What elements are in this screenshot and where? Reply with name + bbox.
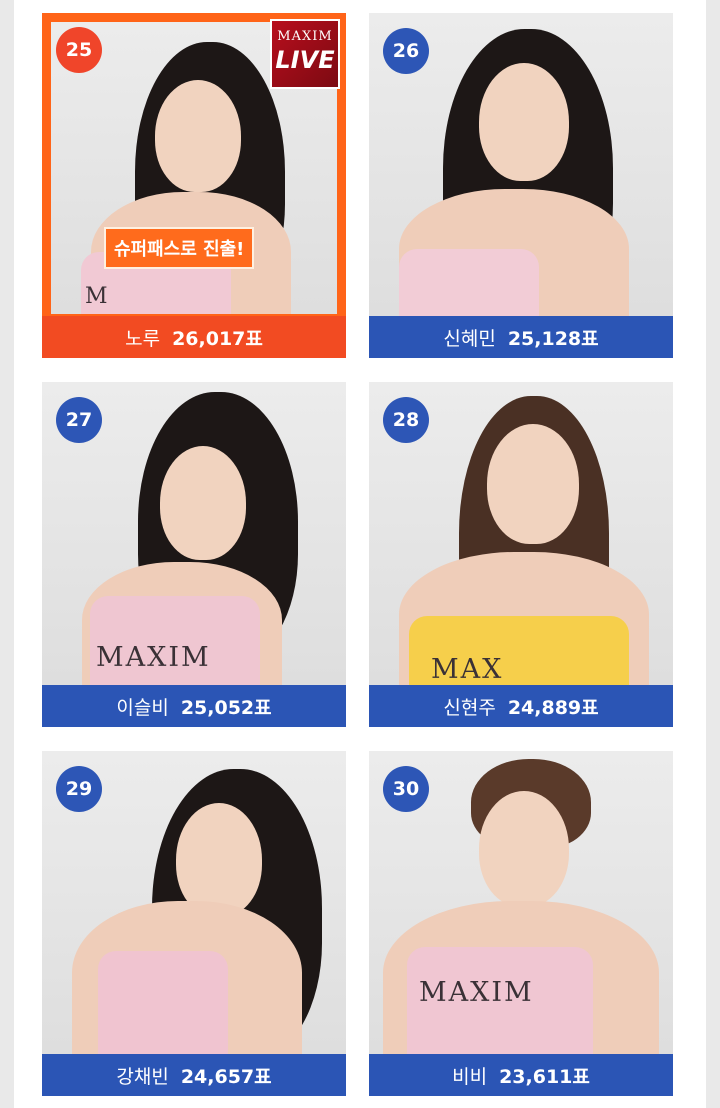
contestant-votes: 25,128표 — [507, 327, 599, 350]
contestant-caption: 노루 26,017표 — [42, 316, 346, 358]
rank-badge: 30 — [383, 766, 429, 812]
contestant-name: 강채빈 — [116, 1065, 169, 1088]
contestant-name: 신혜민 — [443, 327, 496, 350]
contestant-caption: 이슬비 25,052표 — [42, 685, 346, 727]
contestant-votes: 23,611표 — [499, 1065, 590, 1088]
contestant-caption: 신현주 24,889표 — [369, 685, 673, 727]
face-shape — [479, 63, 569, 181]
rank-badge: 25 — [56, 27, 102, 73]
maxim-live-label: LIVE — [275, 46, 335, 74]
contestant-card-30[interactable]: MAXIM 30 비비 23,611표 — [369, 751, 673, 1096]
superpass-label: 슈퍼패스로 진출! — [104, 227, 255, 269]
contestant-caption: 신혜민 25,128표 — [369, 316, 673, 358]
top-logo: MAXIM — [419, 977, 534, 1008]
face-shape — [155, 80, 241, 192]
contestant-votes: 24,889표 — [507, 696, 599, 719]
contestant-votes: 25,052표 — [180, 696, 272, 719]
contestant-name: 비비 — [452, 1065, 488, 1088]
contestant-card-25[interactable]: M 25 MAXIM LIVE 슈퍼패스로 진출! 노루 26,017표 — [42, 13, 346, 358]
face-shape — [176, 803, 262, 917]
top-logo: MAXIM — [96, 642, 211, 673]
contestant-name: 신현주 — [443, 696, 496, 719]
contestant-caption: 비비 23,611표 — [369, 1054, 673, 1096]
contestant-name: 이슬비 — [116, 696, 169, 719]
top-logo: M — [85, 284, 110, 309]
maxim-live-badge: MAXIM LIVE — [270, 19, 340, 89]
contestant-card-29[interactable]: 29 강채빈 24,657표 — [42, 751, 346, 1096]
face-shape — [487, 424, 579, 544]
top-logo: MAX — [431, 654, 504, 685]
contestant-votes: 24,657표 — [180, 1065, 272, 1088]
contestant-caption: 강채빈 24,657표 — [42, 1054, 346, 1096]
top-shape — [399, 249, 539, 316]
contestant-votes: 26,017표 — [172, 327, 263, 350]
rank-badge: 27 — [56, 397, 102, 443]
contestant-card-28[interactable]: MAX 28 신현주 24,889표 — [369, 382, 673, 727]
contestant-name: 노루 — [125, 327, 161, 350]
top-shape — [98, 951, 228, 1054]
maxim-live-brand: MAXIM — [277, 29, 333, 44]
rank-badge: 28 — [383, 397, 429, 443]
contestant-grid: M 25 MAXIM LIVE 슈퍼패스로 진출! 노루 26,017표 26 … — [14, 0, 706, 1108]
contestant-card-27[interactable]: MAXIM 27 이슬비 25,052표 — [42, 382, 346, 727]
rank-badge: 26 — [383, 28, 429, 74]
contestant-card-26[interactable]: 26 신혜민 25,128표 — [369, 13, 673, 358]
face-shape — [479, 791, 569, 907]
face-shape — [160, 446, 246, 560]
rank-badge: 29 — [56, 766, 102, 812]
